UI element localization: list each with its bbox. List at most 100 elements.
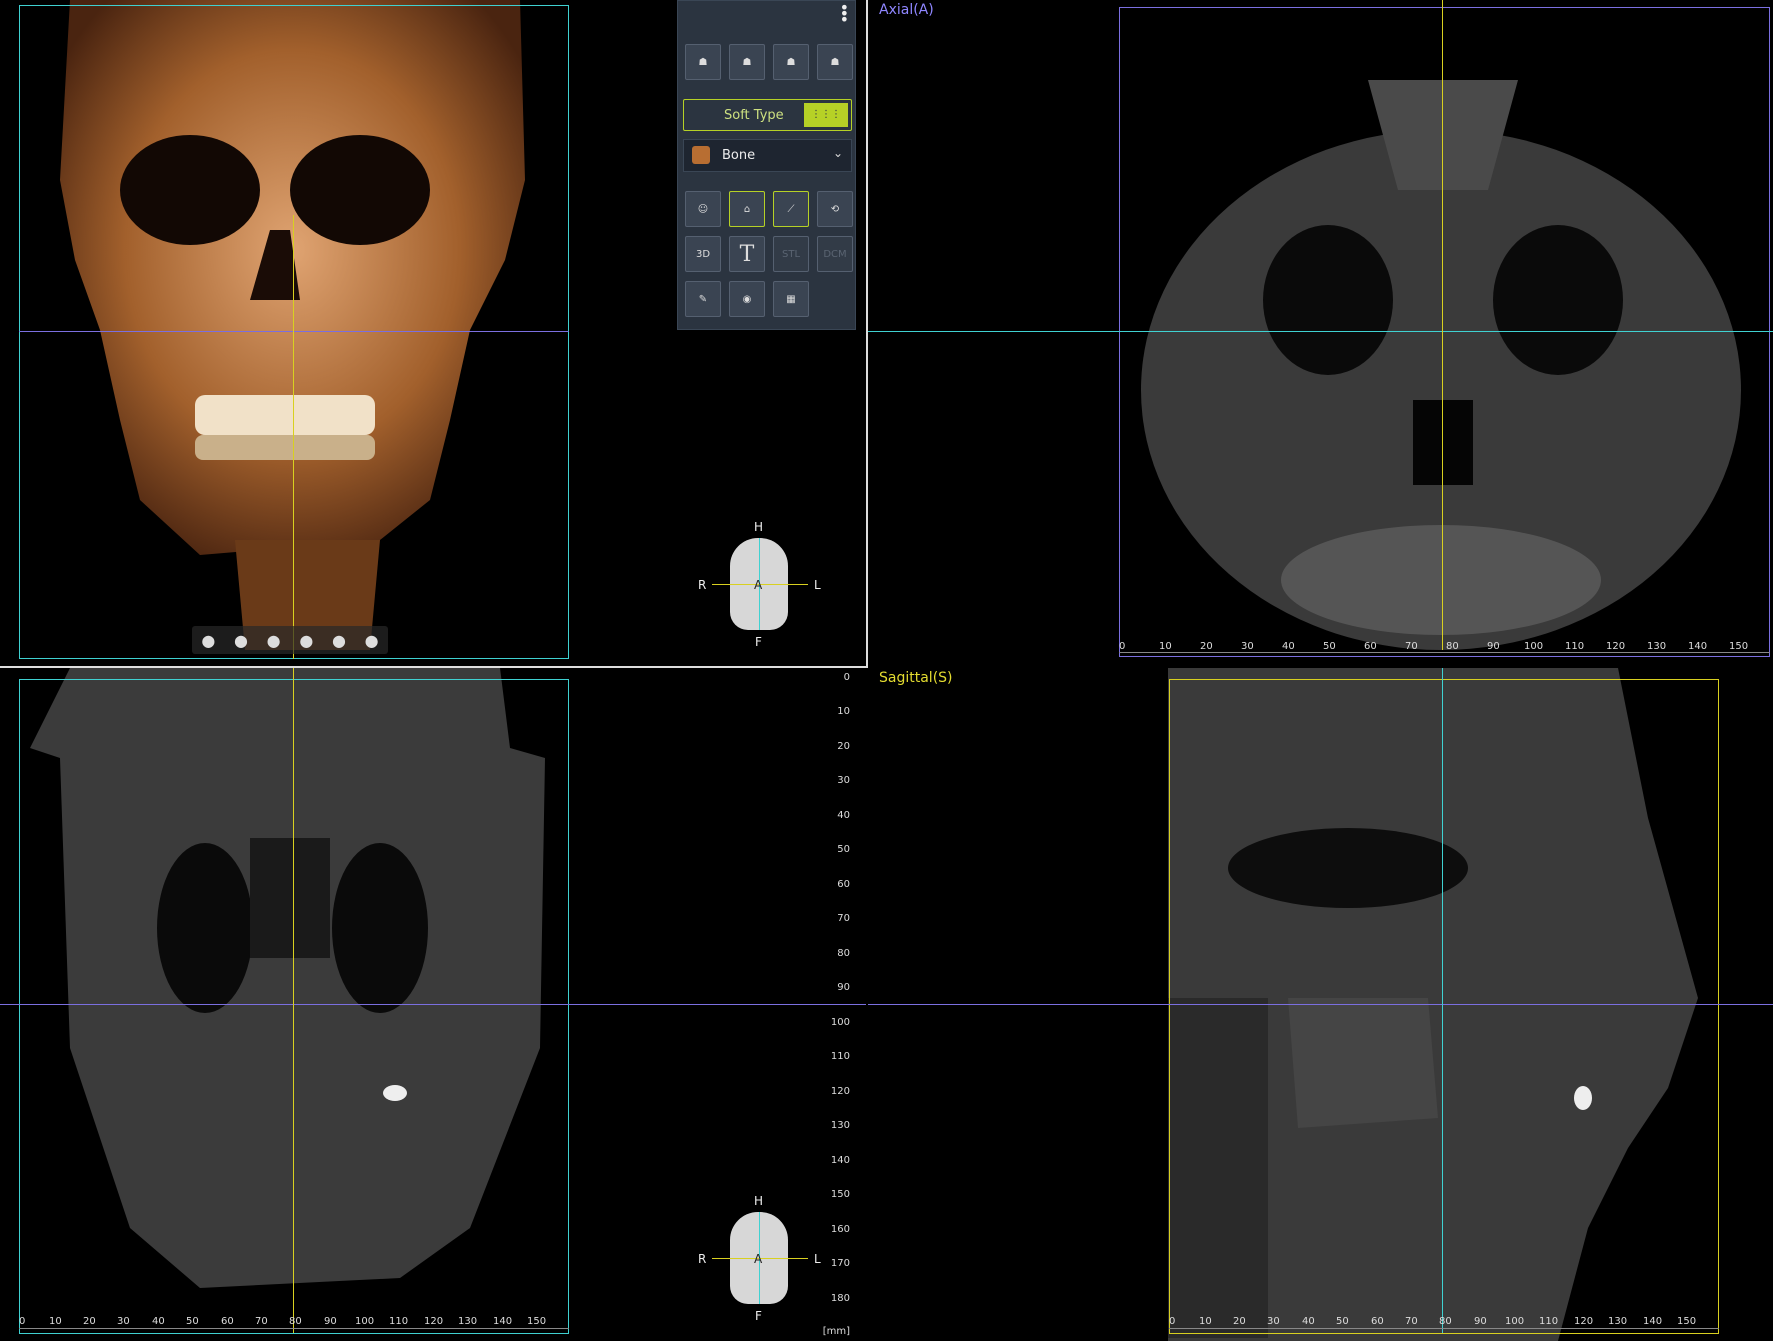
tick-150: 150 (527, 1316, 547, 1327)
view-presets-strip: ● ● ● ● ● ● (192, 626, 388, 654)
vtick-30: 30 (837, 775, 850, 786)
grid-icon: ▦ (786, 293, 796, 305)
tick-130: 130 (1608, 1316, 1628, 1327)
vtick-20: 20 (837, 741, 850, 752)
coronal-horizontal-ruler (19, 1328, 569, 1341)
sagittal-horizontal-ruler (1169, 1328, 1719, 1341)
view-top-button[interactable]: ☗ (729, 44, 765, 80)
tick-80: 80 (289, 1316, 302, 1327)
preset-head-front-icon[interactable]: ● (201, 631, 215, 650)
vtick-150: 150 (830, 1189, 850, 1200)
vtick-160: 160 (830, 1224, 850, 1235)
orient-bottom-label: F (755, 635, 762, 649)
preset-dropdown[interactable]: Bone ⌄ (683, 139, 852, 172)
vtick-110: 110 (830, 1051, 850, 1062)
3d-horizontal-crosshair (19, 331, 569, 332)
tick-0: 0 (1169, 1316, 1176, 1327)
soft-type-toggle[interactable]: Soft Type ⋮⋮⋮ (683, 99, 852, 131)
sagittal-vertical-crosshair (1442, 668, 1443, 1333)
tick-120: 120 (424, 1316, 444, 1327)
tick-110: 110 (1565, 641, 1585, 652)
view-side-right-icon: ☗ (830, 56, 840, 68)
face-scan-icon: ☺ (697, 203, 709, 215)
3d-rotate-button[interactable]: ⟲ (817, 191, 853, 227)
sagittal-view-label: Sagittal(S) (879, 670, 953, 686)
preset-head-right-icon[interactable]: ● (267, 631, 281, 650)
tick-30: 30 (1241, 641, 1254, 652)
tick-110: 110 (1539, 1316, 1559, 1327)
tick-30: 30 (117, 1316, 130, 1327)
tick-60: 60 (221, 1316, 234, 1327)
view-side-left-button[interactable]: ☗ (773, 44, 809, 80)
dcm-export-label: DCM (823, 248, 847, 260)
preset-head-left-icon[interactable]: ● (234, 631, 248, 650)
preset-head-top-icon[interactable]: ● (332, 631, 346, 650)
orient-left-label: R (698, 1252, 707, 1266)
face-scan-button[interactable]: ☺ (685, 191, 721, 227)
grid-button[interactable]: ▦ (773, 281, 809, 317)
soft-type-switch-icon: ⋮⋮⋮ (804, 103, 848, 127)
orient-center-label: A (754, 1252, 763, 1266)
sculpt-icon: ✎ (698, 293, 708, 305)
tick-100: 100 (1524, 641, 1544, 652)
vtick-60: 60 (837, 879, 850, 890)
tick-100: 100 (1505, 1316, 1525, 1327)
vtick-180: 180 (830, 1293, 850, 1304)
panel-menu-icon[interactable]: • • • (840, 0, 849, 28)
orient-top-label: H (754, 1194, 764, 1208)
tick-10: 10 (1199, 1316, 1212, 1327)
stl-export-label: STL (781, 248, 801, 260)
viewport-3d[interactable]: ● ● ● ● ● ● • • • ☗ ☗ ☗ ☗ Soft Type ⋮⋮⋮ Bo… (0, 0, 866, 666)
tick-70: 70 (255, 1316, 268, 1327)
vtick-70: 70 (837, 913, 850, 924)
coronal-horizontal-crosshair (0, 1004, 866, 1005)
tool-panel: • • • ☗ ☗ ☗ ☗ Soft Type ⋮⋮⋮ Bone ⌄ ☺ ⌂ ⟋ ⟲… (677, 0, 856, 330)
tick-130: 130 (1647, 641, 1667, 652)
patient-scan-icon: ⌂ (743, 203, 751, 215)
patient-scan-button[interactable]: ⌂ (729, 191, 765, 227)
preset-head-back-icon[interactable]: ● (299, 631, 313, 650)
coronal-ruler-labels: 0 10 20 30 40 50 60 70 80 90 100 110 120… (19, 1316, 569, 1328)
stl-export-button[interactable]: STL (773, 236, 809, 272)
vtick-120: 120 (830, 1086, 850, 1097)
tick-10: 10 (49, 1316, 62, 1327)
tick-40: 40 (1302, 1316, 1315, 1327)
tick-20: 20 (83, 1316, 96, 1327)
text-tool-label: T (739, 241, 755, 267)
tick-50: 50 (186, 1316, 199, 1327)
axial-horizontal-ruler (1119, 652, 1770, 666)
tick-0: 0 (19, 1316, 26, 1327)
viewport-coronal[interactable]: 0 10 20 30 40 50 60 70 80 90 100 110 120… (0, 668, 866, 1341)
vtick-50: 50 (837, 844, 850, 855)
tick-150: 150 (1729, 641, 1749, 652)
orientation-widget-bottom[interactable]: H F R L A (690, 1194, 830, 1334)
viewport-axial[interactable]: Axial(A) 0 10 20 30 40 50 60 70 80 90 10… (868, 0, 1773, 666)
orient-right-label: L (814, 578, 821, 592)
orientation-widget-top[interactable]: H F R L A (690, 520, 830, 660)
tick-110: 110 (389, 1316, 409, 1327)
sculpt-button[interactable]: ✎ (685, 281, 721, 317)
tick-90: 90 (324, 1316, 337, 1327)
orient-right-label: L (814, 1252, 821, 1266)
coronal-vertical-crosshair (293, 668, 294, 1333)
tick-90: 90 (1474, 1316, 1487, 1327)
tooth-view-button[interactable]: ◉ (729, 281, 765, 317)
tick-40: 40 (152, 1316, 165, 1327)
viewport-sagittal[interactable]: Sagittal(S) 0 10 20 30 40 50 60 70 80 90… (868, 668, 1773, 1341)
tick-120: 120 (1606, 641, 1626, 652)
view-side-left-icon: ☗ (786, 56, 796, 68)
sagittal-frame (1169, 679, 1719, 1334)
implant-button[interactable]: ⟋ (773, 191, 809, 227)
tick-100: 100 (355, 1316, 375, 1327)
view-front-button[interactable]: ☗ (685, 44, 721, 80)
view-side-right-button[interactable]: ☗ (817, 44, 853, 80)
view-top-icon: ☗ (742, 56, 752, 68)
preset-head-bottom-icon[interactable]: ● (365, 631, 379, 650)
dcm-export-button[interactable]: DCM (817, 236, 853, 272)
chevron-down-icon: ⌄ (832, 146, 843, 160)
3d-measure-button[interactable]: 3D (685, 236, 721, 272)
text-tool-button[interactable]: T (729, 236, 765, 272)
tick-50: 50 (1336, 1316, 1349, 1327)
orient-left-label: R (698, 578, 707, 592)
tooth-view-icon: ◉ (742, 293, 752, 305)
